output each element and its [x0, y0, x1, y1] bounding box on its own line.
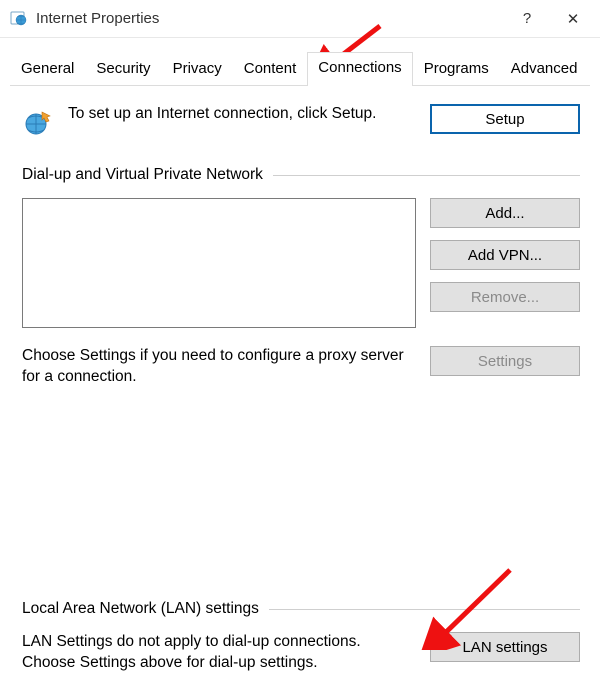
- tab-privacy[interactable]: Privacy: [162, 53, 233, 85]
- lan-settings-button[interactable]: LAN settings: [430, 632, 580, 662]
- proxy-row: Choose Settings if you need to configure…: [22, 346, 580, 388]
- divider: [269, 609, 580, 610]
- tab-general[interactable]: General: [10, 53, 85, 85]
- dialup-row: Add... Add VPN... Remove...: [22, 198, 580, 328]
- add-vpn-button[interactable]: Add VPN...: [430, 240, 580, 270]
- setup-row: To set up an Internet connection, click …: [22, 104, 580, 138]
- connection-wizard-icon: [22, 106, 54, 138]
- divider: [273, 175, 580, 176]
- tab-programs[interactable]: Programs: [413, 53, 500, 85]
- lan-description: LAN Settings do not apply to dial-up con…: [22, 632, 416, 674]
- lan-heading-row: Local Area Network (LAN) settings: [22, 600, 580, 618]
- dialup-heading: Dial-up and Virtual Private Network: [22, 166, 263, 184]
- lan-heading: Local Area Network (LAN) settings: [22, 600, 259, 618]
- internet-options-icon: [10, 10, 28, 28]
- setup-button[interactable]: Setup: [430, 104, 580, 134]
- dialup-heading-row: Dial-up and Virtual Private Network: [22, 166, 580, 184]
- tab-advanced[interactable]: Advanced: [500, 53, 589, 85]
- tab-security[interactable]: Security: [85, 53, 161, 85]
- tab-strip: General Security Privacy Content Connect…: [0, 42, 600, 85]
- dialup-settings-button[interactable]: Settings: [430, 346, 580, 376]
- dialup-buttons: Add... Add VPN... Remove...: [430, 198, 580, 312]
- titlebar: Internet Properties ? ✕: [0, 0, 600, 38]
- tab-content[interactable]: Content: [233, 53, 308, 85]
- setup-description: To set up an Internet connection, click …: [68, 104, 416, 125]
- close-button[interactable]: ✕: [550, 2, 596, 36]
- add-button[interactable]: Add...: [430, 198, 580, 228]
- window-title: Internet Properties: [36, 10, 504, 27]
- dialup-connections-listbox[interactable]: [22, 198, 416, 328]
- remove-button[interactable]: Remove...: [430, 282, 580, 312]
- lan-row: LAN Settings do not apply to dial-up con…: [22, 632, 580, 674]
- help-button[interactable]: ?: [504, 2, 550, 36]
- lan-group: Local Area Network (LAN) settings LAN Se…: [22, 600, 580, 674]
- proxy-description: Choose Settings if you need to configure…: [22, 346, 416, 388]
- connections-panel: To set up an Internet connection, click …: [0, 86, 600, 398]
- tab-connections[interactable]: Connections: [307, 52, 412, 86]
